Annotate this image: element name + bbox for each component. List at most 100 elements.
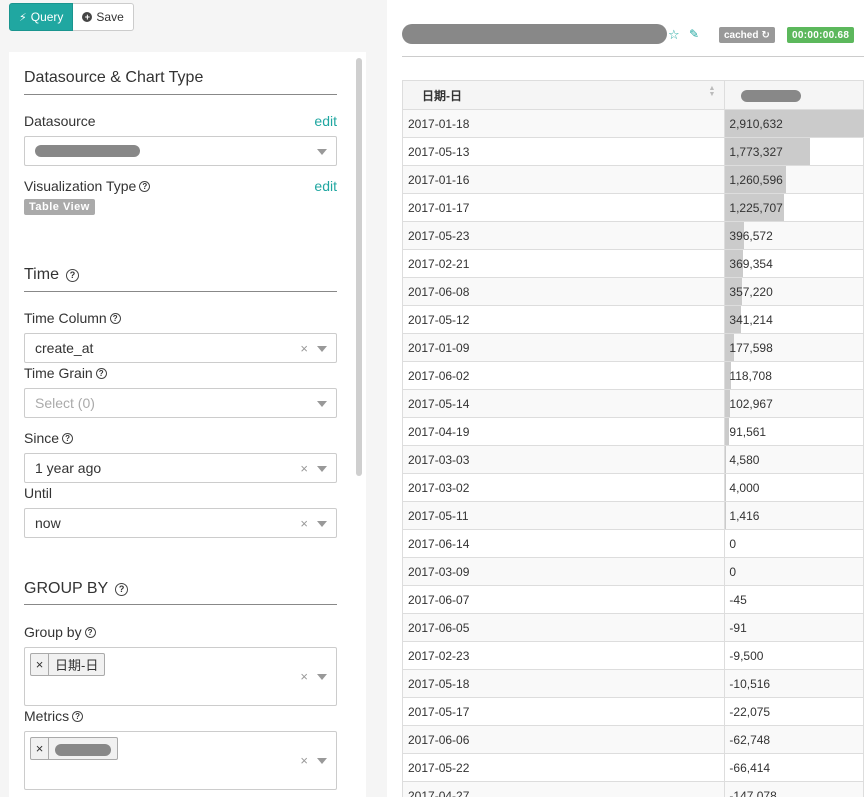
datasource-label-text: Datasource bbox=[24, 113, 96, 129]
time-section-title-text: Time bbox=[24, 266, 59, 283]
metric-value: 4,580 bbox=[729, 452, 760, 467]
time-column-select[interactable]: create_at × bbox=[24, 333, 337, 363]
help-icon[interactable]: ? bbox=[62, 432, 74, 444]
date-cell: 2017-02-21 bbox=[401, 249, 726, 278]
metric-cell: -9,500 bbox=[724, 641, 864, 670]
date-cell: 2017-01-17 bbox=[401, 193, 726, 222]
date-cell: 2017-04-19 bbox=[401, 417, 726, 446]
date-cell: 2017-05-14 bbox=[401, 389, 726, 418]
datasource-select[interactable] bbox=[24, 136, 337, 166]
help-icon[interactable]: ? bbox=[65, 268, 79, 282]
groupby-section-title-text: GROUP BY bbox=[24, 580, 109, 597]
date-cell: 2017-05-12 bbox=[401, 305, 726, 334]
refresh-icon: ↻ bbox=[761, 29, 770, 41]
help-icon[interactable]: ? bbox=[95, 367, 107, 379]
clear-icon[interactable]: × bbox=[300, 341, 308, 356]
metric-value: 2,910,632 bbox=[729, 116, 783, 131]
table-header-date[interactable]: 日期-日 ▲ ▼ bbox=[401, 80, 726, 110]
metric-value: -91 bbox=[729, 620, 747, 635]
help-icon[interactable]: ? bbox=[115, 582, 129, 596]
table-row: 2017-05-12 341,214 bbox=[401, 305, 864, 334]
table-row: 2017-04-19 91,561 bbox=[401, 417, 864, 446]
time-column-value: create_at bbox=[35, 340, 94, 356]
chevron-down-icon bbox=[317, 401, 327, 407]
chevron-down-icon bbox=[317, 346, 327, 352]
scrollbar-thumb[interactable] bbox=[356, 58, 362, 476]
metric-value: 1,773,327 bbox=[729, 144, 783, 159]
date-cell: 2017-05-13 bbox=[401, 137, 726, 166]
help-icon[interactable]: ? bbox=[84, 626, 96, 638]
metrics-multiselect[interactable]: × × bbox=[24, 731, 337, 790]
groupby-section-title: GROUP BY ? bbox=[24, 580, 129, 598]
date-cell: 2017-06-06 bbox=[401, 725, 726, 754]
viz-type-edit-link[interactable]: edit bbox=[314, 178, 337, 194]
metric-cell: 1,773,327 bbox=[724, 137, 864, 166]
chart-panel: ☆ ✎ cached ↻ 00:00:00.68 日期-日 ▲ ▼ 2017-01… bbox=[387, 0, 864, 797]
metric-cell: -62,748 bbox=[724, 725, 864, 754]
group-by-label: Group by ? bbox=[24, 624, 96, 640]
time-section-title: Time ? bbox=[24, 266, 79, 284]
since-select[interactable]: 1 year ago × bbox=[24, 453, 337, 483]
date-cell: 2017-02-23 bbox=[401, 641, 726, 670]
table-row: 2017-06-14 0 bbox=[401, 529, 864, 558]
table-row: 2017-01-09 177,598 bbox=[401, 333, 864, 362]
cached-badge[interactable]: cached ↻ bbox=[719, 27, 775, 43]
since-label-text: Since bbox=[24, 430, 60, 446]
datasource-edit-link[interactable]: edit bbox=[314, 113, 337, 129]
metric-cell: -22,075 bbox=[724, 697, 864, 726]
table-row: 2017-06-02 118,708 bbox=[401, 361, 864, 390]
metric-value: -45 bbox=[729, 592, 747, 607]
save-button-label: Save bbox=[96, 10, 124, 24]
help-icon[interactable]: ? bbox=[72, 710, 84, 722]
table-row: 2017-03-02 4,000 bbox=[401, 473, 864, 502]
save-button[interactable]: + Save bbox=[73, 3, 134, 31]
metric-cell: 0 bbox=[724, 557, 864, 586]
table-row: 2017-05-14 102,967 bbox=[401, 389, 864, 418]
remove-tag-icon[interactable]: × bbox=[31, 654, 49, 675]
date-cell: 2017-01-16 bbox=[401, 165, 726, 194]
metric-cell: -91 bbox=[724, 613, 864, 642]
metric-cell: 102,967 bbox=[724, 389, 864, 418]
time-grain-select[interactable]: Select (0) bbox=[24, 388, 337, 418]
date-cell: 2017-05-23 bbox=[401, 221, 726, 250]
time-grain-label: Time Grain ? bbox=[24, 365, 107, 381]
remove-tag-icon[interactable]: × bbox=[31, 738, 49, 759]
table-row: 2017-06-05 -91 bbox=[401, 613, 864, 642]
control-panel: Datasource & Chart Type Datasource edit … bbox=[9, 52, 352, 797]
until-select[interactable]: now × bbox=[24, 508, 337, 538]
metric-value: 102,967 bbox=[729, 396, 773, 411]
metric-value: 396,572 bbox=[729, 228, 773, 243]
table-row: 2017-01-18 2,910,632 bbox=[401, 109, 864, 138]
clear-icon[interactable]: × bbox=[300, 753, 308, 768]
group-by-multiselect[interactable]: × 日期-日 × bbox=[24, 647, 337, 706]
clear-icon[interactable]: × bbox=[300, 516, 308, 531]
metric-value: 177,598 bbox=[729, 340, 773, 355]
help-icon[interactable]: ? bbox=[139, 180, 151, 192]
edit-icon[interactable]: ✎ bbox=[689, 27, 699, 41]
table-row: 2017-06-06 -62,748 bbox=[401, 725, 864, 754]
table-row: 2017-01-17 1,225,707 bbox=[401, 193, 864, 222]
toolbar: ⚡ Query + Save bbox=[9, 3, 134, 31]
clear-icon[interactable]: × bbox=[300, 461, 308, 476]
group-by-tag-label: 日期-日 bbox=[55, 658, 99, 673]
date-cell: 2017-04-27 bbox=[401, 781, 726, 797]
time-grain-placeholder: Select (0) bbox=[35, 395, 95, 411]
help-icon[interactable]: ? bbox=[109, 312, 121, 324]
query-button[interactable]: ⚡ Query bbox=[9, 3, 74, 31]
date-cell: 2017-03-09 bbox=[401, 557, 726, 586]
metric-cell: 1,225,707 bbox=[724, 193, 864, 222]
metric-cell: 396,572 bbox=[724, 221, 864, 250]
table-header-metric[interactable] bbox=[724, 80, 864, 110]
redacted-chart-title[interactable] bbox=[402, 24, 667, 44]
table-row: 2017-06-08 357,220 bbox=[401, 277, 864, 306]
metric-value: 1,260,596 bbox=[729, 172, 783, 187]
chevron-down-icon bbox=[317, 758, 327, 764]
metric-cell: 1,260,596 bbox=[724, 165, 864, 194]
star-icon[interactable]: ☆ bbox=[668, 27, 680, 43]
sort-icon: ▲ ▼ bbox=[708, 85, 716, 98]
metric-cell: 0 bbox=[724, 529, 864, 558]
clear-icon[interactable]: × bbox=[300, 669, 308, 684]
redacted-metric bbox=[55, 743, 111, 756]
metric-value: 1,416 bbox=[729, 508, 760, 523]
table-row: 2017-05-17 -22,075 bbox=[401, 697, 864, 726]
